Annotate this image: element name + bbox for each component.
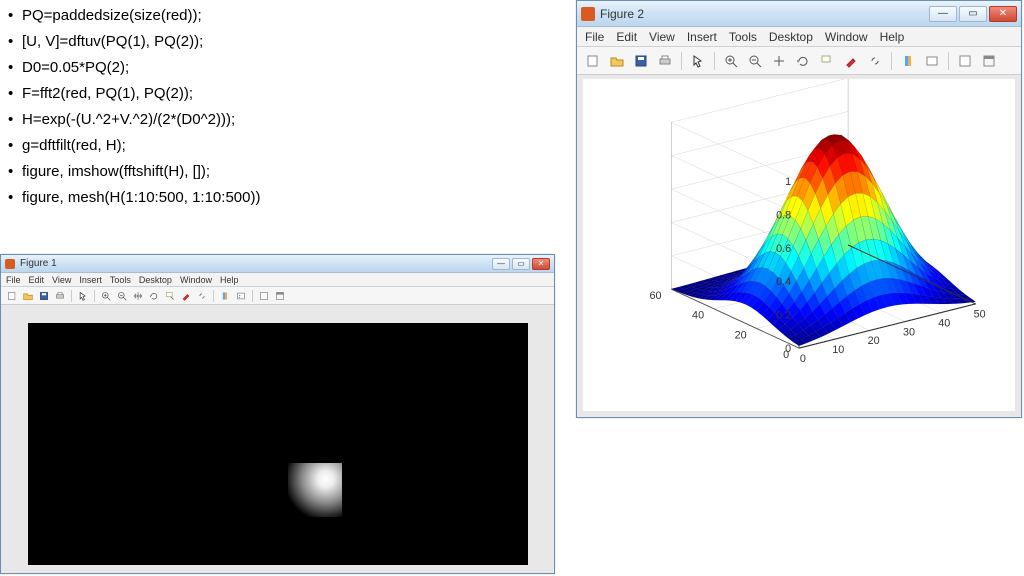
svg-text:0: 0 (783, 349, 789, 361)
menu-window[interactable]: Window (825, 30, 868, 44)
menu-insert[interactable]: Insert (687, 30, 717, 44)
menu-file[interactable]: File (585, 30, 604, 44)
hide-tools-icon[interactable] (955, 51, 975, 71)
menu-view[interactable]: View (649, 30, 675, 44)
colorbar-icon[interactable] (898, 51, 918, 71)
toolbar (577, 47, 1021, 75)
matlab-icon (581, 7, 595, 21)
code-line: •F=fft2(red, PQ(1), PQ(2)); (8, 82, 260, 106)
menu-help[interactable]: Help (220, 275, 239, 285)
maximize-button[interactable]: ▭ (959, 6, 987, 22)
legend-icon[interactable] (922, 51, 942, 71)
svg-text:0.8: 0.8 (776, 209, 791, 221)
menu-edit[interactable]: Edit (29, 275, 45, 285)
zoom-in-icon[interactable] (99, 289, 113, 303)
minimize-button[interactable]: — (929, 6, 957, 22)
svg-text:40: 40 (692, 310, 704, 322)
svg-text:30: 30 (903, 326, 915, 338)
menu-tools[interactable]: Tools (110, 275, 131, 285)
new-figure-icon[interactable] (583, 51, 603, 71)
code-line: •[U, V]=dftuv(PQ(1), PQ(2)); (8, 30, 260, 54)
svg-text:1: 1 (785, 176, 791, 188)
print-icon[interactable] (53, 289, 67, 303)
pointer-icon[interactable] (688, 51, 708, 71)
dock-icon[interactable] (979, 51, 999, 71)
matlab-icon (5, 259, 15, 269)
zoom-out-icon[interactable] (115, 289, 129, 303)
new-figure-icon[interactable] (5, 289, 19, 303)
menu-tools[interactable]: Tools (729, 30, 757, 44)
rotate-icon[interactable] (147, 289, 161, 303)
pan-icon[interactable] (769, 51, 789, 71)
svg-text:0.2: 0.2 (776, 310, 791, 322)
figure-1-window: Figure 1 — ▭ ✕ File Edit View Insert Too… (0, 254, 555, 574)
maximize-button[interactable]: ▭ (512, 258, 530, 270)
svg-text:0: 0 (800, 353, 806, 365)
brush-icon[interactable] (179, 289, 193, 303)
save-icon[interactable] (631, 51, 651, 71)
titlebar[interactable]: Figure 2 — ▭ ✕ (577, 1, 1021, 27)
minimize-button[interactable]: — (492, 258, 510, 270)
toolbar (1, 287, 554, 305)
gaussian-peak (288, 463, 342, 517)
code-line: •g=dftfilt(red, H); (8, 134, 260, 158)
menu-desktop[interactable]: Desktop (769, 30, 813, 44)
svg-text:20: 20 (735, 329, 747, 341)
menubar: File Edit View Insert Tools Desktop Wind… (577, 27, 1021, 47)
mesh-3d-plot: 00.20.40.60.81010203040500204060 (583, 79, 1015, 411)
svg-text:60: 60 (650, 290, 662, 302)
print-icon[interactable] (655, 51, 675, 71)
save-icon[interactable] (37, 289, 51, 303)
menu-insert[interactable]: Insert (79, 275, 102, 285)
code-line: •H=exp(-(U.^2+V.^2)/(2*(D0^2))); (8, 108, 260, 132)
svg-text:10: 10 (832, 344, 844, 356)
figure-canvas[interactable] (7, 309, 548, 567)
hide-tools-icon[interactable] (257, 289, 271, 303)
close-button[interactable]: ✕ (989, 6, 1017, 22)
figure-canvas[interactable]: 00.20.40.60.81010203040500204060 (583, 79, 1015, 411)
menu-help[interactable]: Help (880, 30, 905, 44)
code-line: •figure, mesh(H(1:10:500, 1:10:500)) (8, 186, 260, 210)
svg-text:50: 50 (974, 309, 986, 321)
code-line: •PQ=paddedsize(size(red)); (8, 4, 260, 28)
pointer-icon[interactable] (76, 289, 90, 303)
code-line: •figure, imshow(fftshift(H), []); (8, 160, 260, 184)
code-line: •D0=0.05*PQ(2); (8, 56, 260, 80)
pan-icon[interactable] (131, 289, 145, 303)
close-button[interactable]: ✕ (532, 258, 550, 270)
zoom-in-icon[interactable] (721, 51, 741, 71)
menu-edit[interactable]: Edit (616, 30, 637, 44)
menubar: File Edit View Insert Tools Desktop Wind… (1, 273, 554, 287)
legend-icon[interactable] (234, 289, 248, 303)
svg-text:40: 40 (938, 317, 950, 329)
rotate-icon[interactable] (793, 51, 813, 71)
svg-text:20: 20 (868, 335, 880, 347)
datacursor-icon[interactable] (163, 289, 177, 303)
window-title: Figure 1 (20, 258, 57, 269)
dock-icon[interactable] (273, 289, 287, 303)
colorbar-icon[interactable] (218, 289, 232, 303)
open-icon[interactable] (21, 289, 35, 303)
titlebar[interactable]: Figure 1 — ▭ ✕ (1, 255, 554, 273)
datacursor-icon[interactable] (817, 51, 837, 71)
menu-window[interactable]: Window (180, 275, 212, 285)
code-listing: •PQ=paddedsize(size(red)); •[U, V]=dftuv… (8, 4, 260, 212)
svg-text:0.6: 0.6 (776, 243, 791, 255)
link-icon[interactable] (865, 51, 885, 71)
link-icon[interactable] (195, 289, 209, 303)
open-icon[interactable] (607, 51, 627, 71)
figure-2-window: Figure 2 — ▭ ✕ File Edit View Insert Too… (576, 0, 1022, 418)
menu-file[interactable]: File (6, 275, 21, 285)
svg-text:0.4: 0.4 (776, 276, 791, 288)
brush-icon[interactable] (841, 51, 861, 71)
menu-desktop[interactable]: Desktop (139, 275, 172, 285)
window-title: Figure 2 (600, 7, 644, 21)
zoom-out-icon[interactable] (745, 51, 765, 71)
menu-view[interactable]: View (52, 275, 71, 285)
imshow-output (28, 323, 528, 565)
